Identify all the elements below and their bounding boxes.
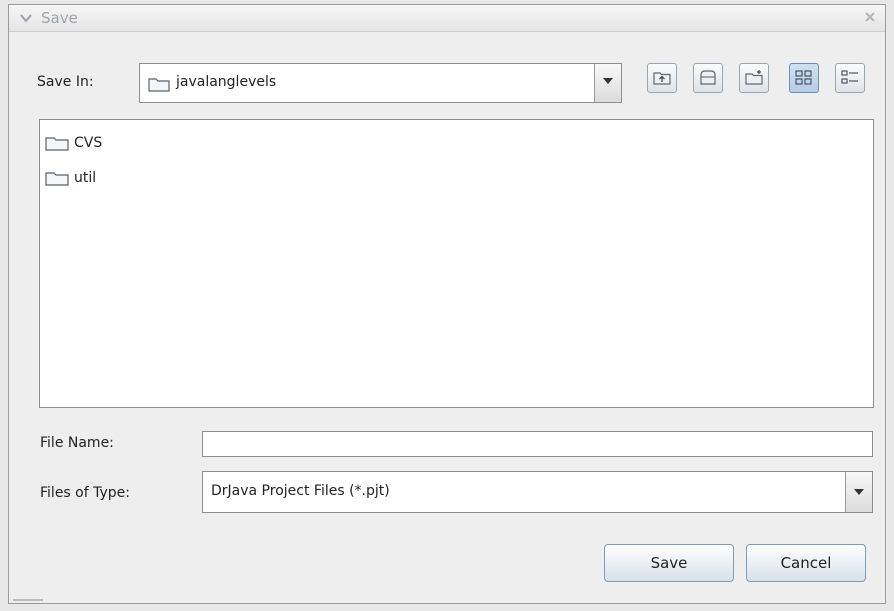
file-name: CVS	[74, 135, 103, 151]
save-button[interactable]: Save	[604, 544, 734, 582]
chevron-down-icon[interactable]	[19, 11, 33, 25]
up-one-level-icon	[653, 72, 671, 85]
title-bar[interactable]: Save	[9, 5, 885, 32]
new-folder-icon	[745, 70, 763, 85]
home-button[interactable]	[693, 63, 723, 93]
file-type-dropdown-button[interactable]	[845, 472, 872, 512]
new-folder-button[interactable]	[739, 63, 769, 93]
list-item[interactable]: CVS	[45, 132, 102, 154]
list-view-icon	[795, 70, 812, 85]
save-in-label: Save In:	[37, 74, 94, 90]
up-one-level-button[interactable]	[647, 63, 677, 93]
file-type-combo[interactable]: DrJava Project Files (*.pjt)	[202, 471, 873, 513]
file-name-input[interactable]	[202, 431, 873, 457]
folder-icon	[148, 78, 170, 92]
home-icon	[700, 70, 716, 85]
save-dialog: Save Save In: javalanglevels CVS util Fi…	[8, 4, 886, 604]
details-view-icon	[841, 70, 858, 84]
file-name-label: File Name:	[40, 435, 114, 451]
window-title: Save	[41, 9, 78, 27]
folder-icon	[45, 172, 69, 186]
cancel-button[interactable]: Cancel	[746, 544, 866, 582]
list-view-button[interactable]	[789, 63, 819, 93]
save-in-value: javalanglevels	[176, 74, 277, 90]
close-icon[interactable]	[863, 10, 877, 24]
chevron-down-icon	[603, 78, 613, 84]
file-type-label: Files of Type:	[40, 485, 130, 501]
list-item[interactable]: util	[45, 167, 96, 189]
chevron-down-icon	[854, 489, 864, 495]
resize-grip[interactable]	[13, 595, 43, 601]
file-type-value: DrJava Project Files (*.pjt)	[211, 483, 390, 499]
details-view-button[interactable]	[835, 63, 865, 93]
folder-icon	[45, 137, 69, 151]
save-in-combo[interactable]: javalanglevels	[139, 63, 622, 103]
file-list[interactable]: CVS util	[39, 119, 874, 408]
file-name: util	[74, 170, 97, 186]
save-in-dropdown-button[interactable]	[594, 64, 621, 102]
